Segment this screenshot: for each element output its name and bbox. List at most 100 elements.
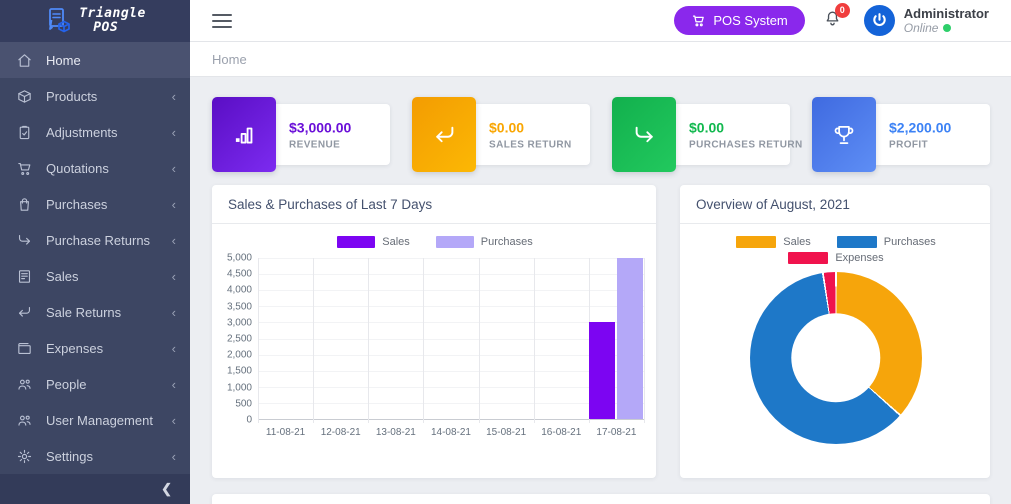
x-tick-label: 11-08-21 — [258, 427, 313, 438]
stat-tile — [812, 97, 876, 172]
sidebar-item-products[interactable]: Products ‹ — [0, 78, 190, 114]
donut-chart-title: Overview of August, 2021 — [680, 185, 990, 224]
stat-card-sales-return: $0.00 SALES RETURN — [412, 97, 590, 172]
x-tick-label: 15-08-21 — [479, 427, 534, 438]
sidebar-item-quotations[interactable]: Quotations ‹ — [0, 150, 190, 186]
users-icon — [15, 412, 33, 429]
trophy-icon — [831, 122, 857, 148]
donut-chart-legend: Sales Purchases Expenses — [690, 236, 982, 264]
stat-value: $0.00 — [489, 119, 572, 135]
bottom-card-partial — [212, 494, 990, 504]
notifications-bell[interactable]: 0 — [823, 9, 842, 33]
stat-card-purchases-return: $0.00 PURCHASES RETURN — [612, 97, 790, 172]
stat-card-revenue: $3,000.00 REVENUE — [212, 97, 390, 172]
stat-value: $0.00 — [689, 119, 803, 135]
donut-chart-card: Overview of August, 2021 Sales Purchases… — [680, 185, 990, 478]
stat-tile — [212, 97, 276, 172]
legend-item-purchases: Purchases — [436, 236, 533, 248]
chevron-left-icon: ‹ — [172, 198, 176, 211]
wallet-icon — [15, 340, 33, 357]
legend-item-purchases: Purchases — [837, 236, 936, 248]
chevron-left-icon: ‹ — [172, 450, 176, 463]
topbar: POS System 0 Administrator Onlin — [190, 0, 1011, 42]
pos-button-label: POS System — [713, 13, 787, 28]
sidebar-item-adjustments[interactable]: Adjustments ‹ — [0, 114, 190, 150]
stat-card-profit: $2,200.00 PROFIT — [812, 97, 990, 172]
sidebar: Triangle POS Home Products ‹ Adjustments… — [0, 0, 190, 504]
hamburger-menu-icon[interactable] — [212, 10, 232, 32]
sidebar-item-sales[interactable]: Sales ‹ — [0, 258, 190, 294]
sidebar-item-label: Sale Returns — [46, 305, 121, 320]
return-arrow-icon — [15, 304, 33, 321]
sidebar-item-label: Settings — [46, 449, 93, 464]
return-arrow-icon — [431, 121, 458, 148]
stat-label: SALES RETURN — [489, 139, 572, 150]
chevron-left-icon: ❮ — [161, 481, 172, 497]
sidebar-item-label: Products — [46, 89, 97, 104]
legend-item-sales: Sales — [736, 236, 811, 248]
breadcrumb: Home — [190, 42, 1011, 77]
sidebar-item-label: Quotations — [46, 161, 109, 176]
sidebar-collapse-button[interactable]: ❮ — [0, 474, 190, 504]
box-icon — [15, 88, 33, 105]
bar-purchases-17-08-21[interactable] — [617, 258, 643, 419]
bar-chart-plot[interactable] — [258, 258, 644, 420]
y-axis-labels: 5,0004,5004,0003,5003,0002,5002,0001,500… — [222, 258, 258, 420]
user-name: Administrator — [904, 6, 989, 22]
sidebar-item-people[interactable]: People ‹ — [0, 366, 190, 402]
sidebar-item-label: Expenses — [46, 341, 103, 356]
donut-chart[interactable] — [750, 272, 922, 444]
pos-system-button[interactable]: POS System — [674, 6, 804, 35]
sidebar-item-user-management[interactable]: User Management ‹ — [0, 402, 190, 438]
notification-count-badge: 0 — [835, 3, 850, 18]
breadcrumb-home-link[interactable]: Home — [212, 52, 247, 67]
chevron-left-icon: ‹ — [172, 126, 176, 139]
chevron-left-icon: ‹ — [172, 90, 176, 103]
sidebar-item-expenses[interactable]: Expenses ‹ — [0, 330, 190, 366]
sidebar-item-purchases[interactable]: Purchases ‹ — [0, 186, 190, 222]
corner-down-right-icon — [631, 121, 658, 148]
sidebar-menu: Home Products ‹ Adjustments ‹ Quotations… — [0, 42, 190, 474]
home-icon — [15, 52, 33, 69]
chevron-left-icon: ‹ — [172, 270, 176, 283]
bar-chart-title: Sales & Purchases of Last 7 Days — [212, 185, 656, 224]
sidebar-item-label: Purchase Returns — [46, 233, 150, 248]
sidebar-item-sale-returns[interactable]: Sale Returns ‹ — [0, 294, 190, 330]
logo-text: Triangle POS — [79, 7, 146, 34]
stat-cards-row: $3,000.00 REVENUE $0.00 SALES RETURN $0.… — [212, 97, 990, 172]
avatar — [864, 5, 895, 36]
bar-chart-icon — [231, 122, 257, 148]
user-menu[interactable]: Administrator Online — [864, 5, 989, 36]
sidebar-item-label: Home — [46, 53, 81, 68]
sidebar-item-label: Sales — [46, 269, 79, 284]
bar-sales-17-08-21[interactable] — [589, 322, 615, 419]
chevron-left-icon: ‹ — [172, 342, 176, 355]
people-icon — [15, 376, 33, 393]
stat-tile — [612, 97, 676, 172]
app-logo[interactable]: Triangle POS — [0, 0, 190, 42]
sidebar-item-purchase-returns[interactable]: Purchase Returns ‹ — [0, 222, 190, 258]
sidebar-item-home[interactable]: Home — [0, 42, 190, 78]
cart-icon — [15, 160, 33, 177]
legend-item-sales: Sales — [337, 236, 410, 248]
gear-icon — [15, 448, 33, 465]
chevron-left-icon: ‹ — [172, 234, 176, 247]
sidebar-item-label: Purchases — [46, 197, 107, 212]
sidebar-item-label: User Management — [46, 413, 153, 428]
x-axis-labels: 11-08-2112-08-2113-08-2114-08-2115-08-21… — [258, 420, 644, 438]
x-tick-label: 17-08-21 — [589, 427, 644, 438]
stat-label: PROFIT — [889, 139, 951, 150]
shopping-bag-icon — [15, 196, 33, 213]
logo-icon — [44, 7, 72, 35]
stat-label: PURCHASES RETURN — [689, 139, 803, 150]
bar-chart-legend: Sales Purchases — [222, 236, 648, 248]
stat-label: REVENUE — [289, 139, 351, 150]
chevron-left-icon: ‹ — [172, 378, 176, 391]
x-tick-label: 16-08-21 — [534, 427, 589, 438]
sidebar-item-label: Adjustments — [46, 125, 118, 140]
x-tick-label: 14-08-21 — [423, 427, 478, 438]
clipboard-icon — [15, 124, 33, 141]
sidebar-item-settings[interactable]: Settings ‹ — [0, 438, 190, 474]
chevron-left-icon: ‹ — [172, 414, 176, 427]
bar-chart-card: Sales & Purchases of Last 7 Days Sales P… — [212, 185, 656, 478]
